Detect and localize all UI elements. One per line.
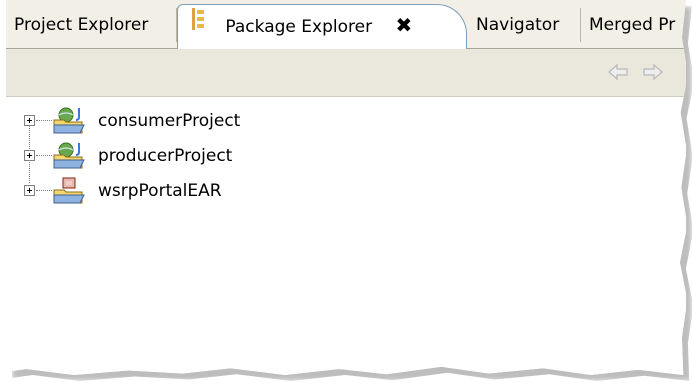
tree-connector [36,120,52,122]
tree-item-label: consumerProject [98,111,241,131]
ear-project-icon [52,177,92,216]
tab-label: Merged Pr [589,15,676,35]
tree-connector [36,155,52,157]
back-arrow-icon[interactable] [607,63,629,85]
expand-icon[interactable] [24,150,35,161]
expand-icon[interactable] [24,115,35,126]
tree-item-wsrpportalear[interactable]: wsrpPortalEAR [6,175,406,207]
tab-label: Project Explorer [14,15,149,35]
tab-package-explorer[interactable]: Package Explorer ✖ [177,4,467,49]
tab-project-explorer[interactable]: Project Explorer [6,8,177,42]
tree-item-producerproject[interactable]: producerProject [6,140,406,172]
tab-merged-projects[interactable]: Merged Pr [581,8,686,42]
tree-item-label: producerProject [98,146,233,166]
tab-navigator[interactable]: Navigator [468,8,581,42]
expand-icon[interactable] [24,185,35,196]
package-explorer-icon [192,5,206,45]
package-explorer-view: Project Explorer Package Explorer ✖ Navi… [6,0,686,375]
forward-arrow-icon[interactable] [642,63,664,85]
tree-item-label: wsrpPortalEAR [98,181,222,201]
tab-label: Package Explorer [225,17,373,37]
tree-item-consumerproject[interactable]: consumerProject [6,105,406,137]
close-icon[interactable]: ✖ [395,5,412,45]
tab-label: Navigator [476,15,560,35]
tree-connector [36,190,52,192]
view-toolbar [6,49,686,97]
project-tree: consumerProject producerProject wsrpPort… [6,97,686,375]
view-tab-bar: Project Explorer Package Explorer ✖ Navi… [6,0,686,49]
